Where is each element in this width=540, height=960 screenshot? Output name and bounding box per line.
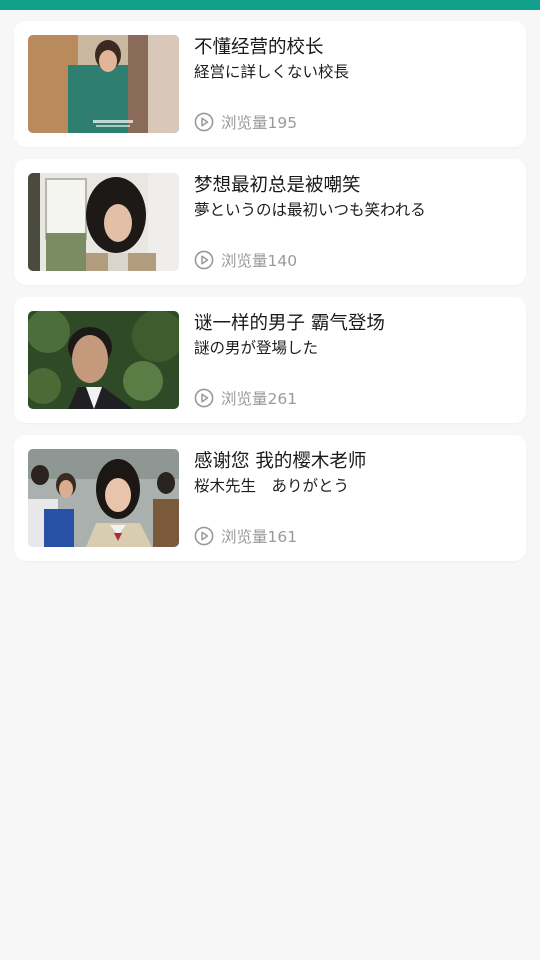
video-subtitle: 経営に詳しくない校長: [194, 63, 350, 81]
video-card[interactable]: 感谢您 我的樱木老师 桜木先生 ありがとう 浏览量161: [14, 435, 526, 561]
view-count-label: 浏览量161: [221, 528, 298, 546]
play-circle-icon: [194, 112, 214, 132]
video-title: 梦想最初总是被嘲笑: [194, 175, 361, 196]
status-bar: [0, 0, 540, 10]
view-count-label: 浏览量140: [221, 252, 298, 270]
video-thumbnail[interactable]: [28, 311, 179, 409]
view-count: 浏览量161: [194, 525, 297, 547]
video-card[interactable]: 梦想最初总是被嘲笑 夢というのは最初いつも笑われる 浏览量140: [14, 159, 526, 285]
video-subtitle: 謎の男が登場した: [194, 339, 319, 357]
video-card[interactable]: 不懂经营的校长 経営に詳しくない校長 浏览量195: [14, 21, 526, 147]
view-count: 浏览量261: [194, 387, 297, 409]
play-circle-icon: [194, 388, 214, 408]
video-subtitle: 夢というのは最初いつも笑われる: [194, 201, 426, 219]
view-count: 浏览量195: [194, 111, 297, 133]
video-title: 感谢您 我的樱木老师: [194, 451, 367, 472]
video-thumbnail[interactable]: [28, 449, 179, 547]
play-circle-icon: [194, 526, 214, 546]
video-list: 不懂经营的校长 経営に詳しくない校長 浏览量195 梦想最初总是被嘲笑 夢という…: [14, 21, 526, 573]
video-thumbnail[interactable]: [28, 173, 179, 271]
view-count-label: 浏览量261: [221, 390, 298, 408]
view-count: 浏览量140: [194, 249, 297, 271]
video-card[interactable]: 谜一样的男子 霸气登场 謎の男が登場した 浏览量261: [14, 297, 526, 423]
video-title: 谜一样的男子 霸气登场: [194, 313, 385, 334]
video-title: 不懂经营的校长: [194, 37, 324, 58]
play-circle-icon: [194, 250, 214, 270]
view-count-label: 浏览量195: [221, 114, 298, 132]
video-subtitle: 桜木先生 ありがとう: [194, 477, 350, 495]
video-thumbnail[interactable]: [28, 35, 179, 133]
